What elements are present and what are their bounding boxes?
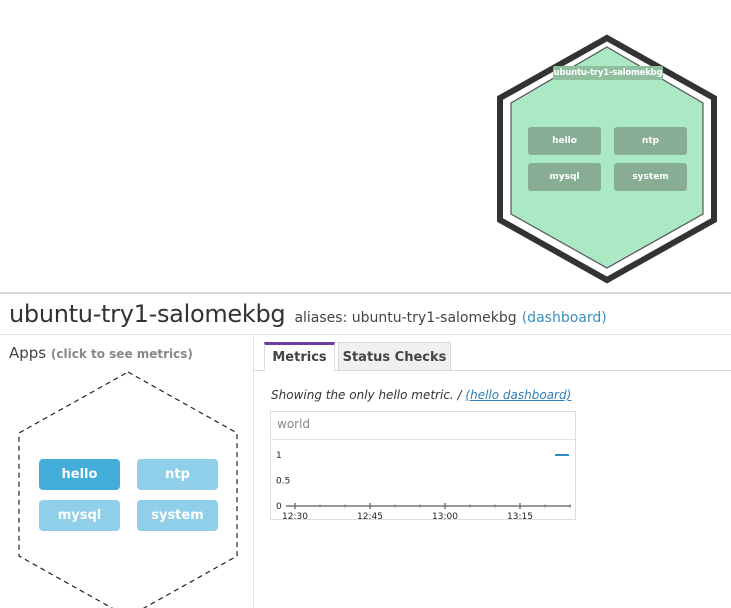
host-map: ubuntu-try1-salomekbg hello ntp mysql sy… [0,0,731,292]
host-name: ubuntu-try1-salomekbg [9,300,286,328]
panel-divider [253,335,254,608]
host-aliases: aliases: ubuntu-try1-salomekbg [294,310,517,326]
graph-title: world [277,417,311,431]
x-tick-label: 13:15 [507,512,533,520]
apps-hint: (click to see metrics) [50,347,193,361]
y-tick-label: 1 [276,451,282,461]
graph-plot: 1 0.5 012:30 12:45 13:00 13:15 [276,451,571,520]
active-tab-gap [265,370,334,371]
hello-dashboard-link[interactable]: (hello dashboard) [465,388,571,402]
host-label: ubuntu-try1-salomekbg [553,66,663,80]
map-app-mysql[interactable]: mysql [528,163,601,191]
metric-info: Showing the only hello metric. / (hello … [271,388,571,402]
tab-metrics[interactable]: Metrics [264,342,335,371]
x-tick-label: 12:30 [282,512,308,520]
map-app-system[interactable]: system [614,163,687,191]
map-app-hello[interactable]: hello [528,127,601,155]
y-tick-label: 0.5 [276,477,290,487]
header-divider [0,334,731,335]
app-button-ntp[interactable]: ntp [137,459,218,490]
apps-title: Apps (click to see metrics) [9,344,193,362]
app-button-system[interactable]: system [137,500,218,531]
y-tick-label: 0 [276,502,282,512]
panel-separator[interactable] [0,292,731,294]
app-button-hello[interactable]: hello [39,459,120,490]
dashboard-link[interactable]: (dashboard) [522,310,607,326]
apps-title-text: Apps [9,344,47,362]
metric-info-text: Showing the only hello metric. / [271,388,466,402]
app-button-mysql[interactable]: mysql [39,500,120,531]
map-app-ntp[interactable]: ntp [614,127,687,155]
host-header: ubuntu-try1-salomekbg aliases: ubuntu-tr… [9,300,607,328]
tab-status-checks[interactable]: Status Checks [338,342,451,371]
metric-graph[interactable]: world 1 0.5 0 12:30 12:45 13:00 13:15 [270,411,576,520]
x-tick-label: 13:00 [432,512,458,520]
x-tick-label: 12:45 [357,512,383,520]
